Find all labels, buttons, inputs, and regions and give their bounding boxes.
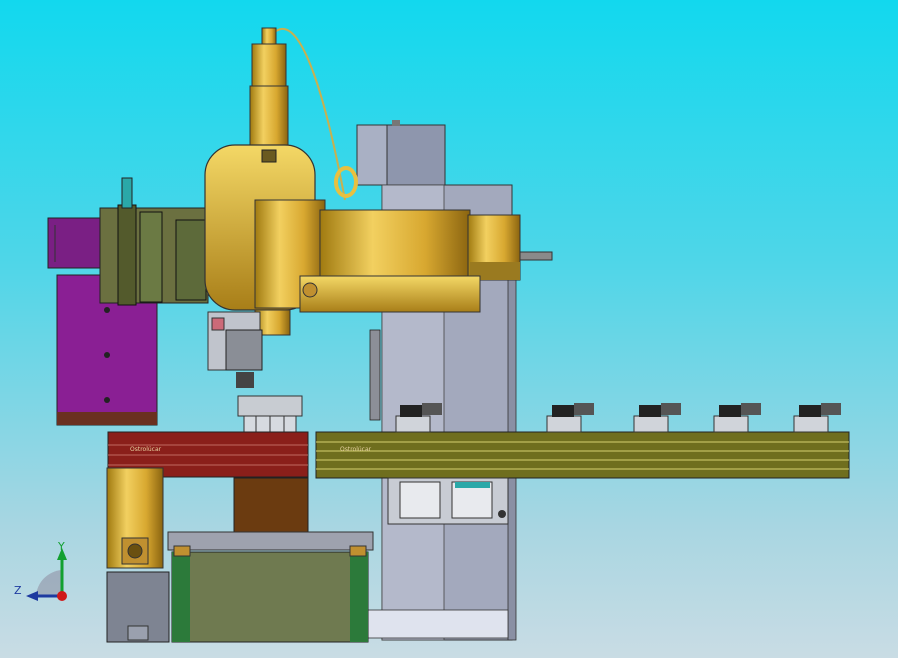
machine-assembly-model[interactable]: Ostrolúcar Ostrolúcar — [0, 0, 898, 658]
cylinder-group — [387, 477, 509, 525]
base-box — [167, 477, 374, 643]
cad-viewport[interactable]: Ostrolúcar Ostrolúcar Y Z — [0, 0, 898, 658]
rail-label-right: Ostrolúcar — [340, 446, 372, 453]
side-motor-box — [106, 467, 170, 643]
machine-frame — [356, 120, 517, 641]
linear-rail: Ostrolúcar — [315, 431, 850, 479]
rail-label-left: Ostrolúcar — [130, 446, 162, 453]
purple-mount-plate — [47, 177, 209, 426]
